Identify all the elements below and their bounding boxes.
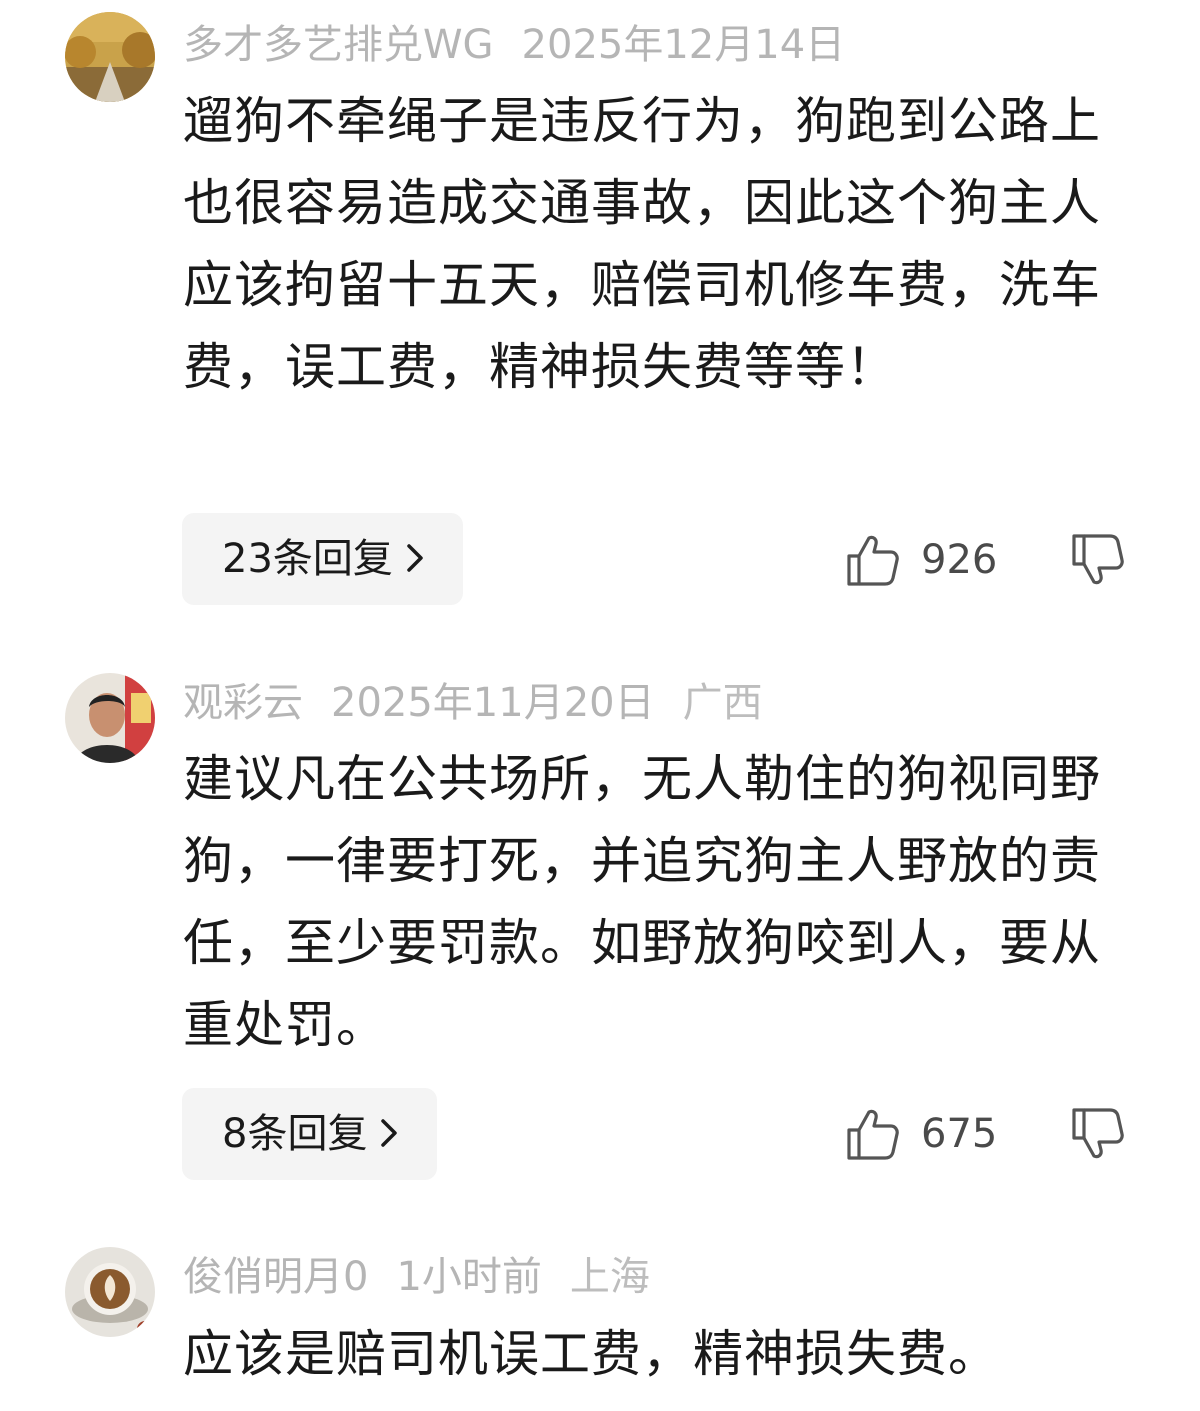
avatar[interactable] [65, 1247, 155, 1337]
replies-button[interactable]: 23条回复 [182, 513, 463, 605]
like-count: 926 [921, 537, 998, 583]
comment-date: 2025年12月14日 [521, 22, 846, 68]
ip-location: 广西 [682, 680, 763, 726]
avatar-image [65, 673, 155, 763]
like-button[interactable]: 926 [845, 530, 997, 590]
comment-meta: 俊俏明月0 1小时前 上海 [183, 1247, 678, 1307]
username[interactable]: 多才多艺排兑WG [183, 22, 494, 68]
comment-date: 2025年11月20日 [331, 680, 655, 726]
thumbs-down-icon[interactable] [1070, 1106, 1126, 1162]
avatar-image [65, 1247, 155, 1337]
avatar-image [65, 12, 155, 102]
username[interactable]: 观彩云 [183, 680, 303, 726]
chevron-right-icon [405, 515, 425, 607]
chevron-right-icon [379, 1090, 399, 1182]
avatar[interactable] [65, 673, 155, 763]
avatar[interactable] [65, 12, 155, 102]
replies-label: 23条回复 [222, 536, 393, 582]
comment-text: 遛狗不牵绳子是违反行为，狗跑到公路上也很容易造成交通事故，因此这个狗主人应该拘留… [183, 92, 1101, 396]
replies-button[interactable]: 8条回复 [182, 1088, 438, 1182]
comment-text: 应该是赔司机误工费，精神损失费。 [183, 1325, 999, 1383]
thumbs-up-icon [847, 1109, 899, 1160]
comment-meta: 多才多艺排兑WG 2025年12月14日 [183, 15, 901, 75]
replies-label: 8条回复 [222, 1111, 368, 1157]
like-count: 675 [921, 1111, 998, 1157]
username[interactable]: 俊俏明月0 [183, 1254, 368, 1300]
comment-item: 多才多艺排兑WG 2025年12月14日 遛狗不牵绳子是违反行为，狗跑到公路上也很… [0, 0, 1200, 640]
ip-location: 上海 [569, 1254, 650, 1300]
like-button[interactable]: 675 [845, 1104, 997, 1164]
comment-meta: 观彩云 2025年11月20日 广西 [183, 673, 791, 733]
comment-text: 建议凡在公共场所，无人勒住的狗视同野狗，一律要打死，并追究狗主人野放的责任，至少… [183, 750, 1101, 1054]
thumbs-up-icon [847, 535, 899, 586]
comment-date: 1小时前 [396, 1254, 542, 1300]
thumbs-down-icon[interactable] [1070, 532, 1126, 588]
